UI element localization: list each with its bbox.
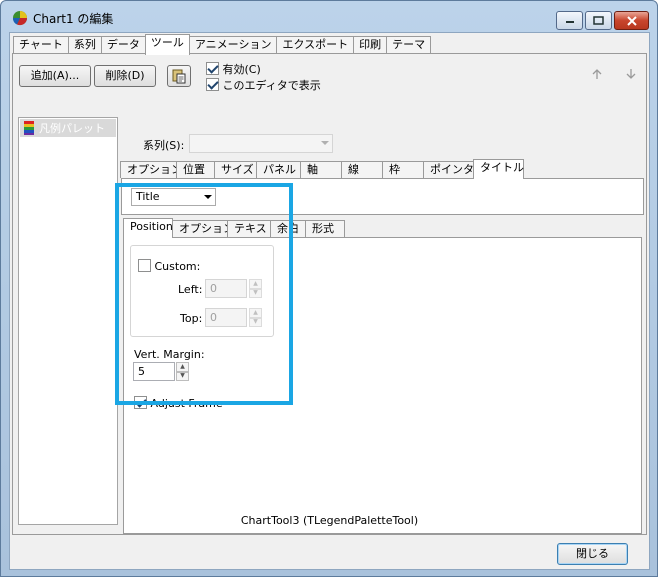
sub-tab-strip: オプション 位置 サイズ パネル 軸 線 枠 ポインタ タイトル [120,159,524,179]
window-title: Chart1 の編集 [33,12,114,26]
subtab-frame[interactable]: 枠 [382,161,424,178]
show-in-editor-checkbox[interactable] [206,78,219,91]
tab-data[interactable]: データ [100,36,146,54]
move-up-icon[interactable] [591,68,603,80]
minimize-icon [565,20,574,23]
tab-theme[interactable]: テーマ [386,36,432,54]
status-text: ChartTool3 (TLegendPaletteTool) [240,514,419,527]
minimize-button[interactable] [556,11,583,30]
subtab-line[interactable]: 線 [341,161,383,178]
enabled-checkbox[interactable] [206,62,219,75]
series-label: 系列(S): [143,139,185,152]
dialog-window: Chart1 の編集 チャート 系列 データ ツール アニメーション エクスポー… [0,0,658,577]
show-in-editor-label: このエディタで表示 [222,79,321,92]
tab-animation[interactable]: アニメーション [188,36,278,54]
subtab-pointer[interactable]: ポインタ [423,161,474,178]
delete-tool-button[interactable]: 削除(D) [94,65,156,87]
subtab-options[interactable]: オプション [120,161,182,178]
close-icon [626,15,637,26]
subtab-size[interactable]: サイズ [214,161,257,178]
subtab-axis[interactable]: 軸 [300,161,342,178]
move-down-icon[interactable] [625,68,637,80]
title-bar[interactable]: Chart1 の編集 [1,1,657,33]
copy-tool-button[interactable] [167,65,191,87]
add-tool-button[interactable]: 追加(A)... [19,65,91,87]
tab-export[interactable]: エクスポート [276,36,355,54]
show-in-editor-checkbox-row[interactable]: このエディタで表示 [206,77,321,93]
innertab-format[interactable]: 形式 [305,220,345,237]
main-tab-strip: チャート 系列 データ ツール アニメーション エクスポート 印刷 テーマ [13,34,432,55]
subtab-title[interactable]: タイトル [473,159,524,179]
subtab-panel[interactable]: パネル [256,161,301,178]
maximize-button[interactable] [585,11,612,30]
close-window-button[interactable] [614,11,649,30]
highlight-box [115,183,293,405]
tab-chart[interactable]: チャート [13,36,69,54]
tools-list[interactable]: 凡例パレット [18,117,118,525]
chart-app-icon [12,11,28,26]
list-item-label: 凡例パレット [39,122,105,135]
clipboard-icon [172,69,186,84]
enabled-label: 有効(C) [222,63,261,76]
maximize-icon [593,16,604,25]
series-dropdown[interactable] [189,134,333,153]
client-area: チャート 系列 データ ツール アニメーション エクスポート 印刷 テーマ 追加… [9,32,650,570]
tab-print[interactable]: 印刷 [353,36,388,54]
legend-palette-icon [24,121,34,135]
list-item-legend-palette[interactable]: 凡例パレット [20,119,116,137]
subtab-position[interactable]: 位置 [176,161,215,178]
enabled-checkbox-row[interactable]: 有効(C) [206,61,261,77]
tools-panel: 追加(A)... 削除(D) 有効(C) このエディタで表示 凡例パレット 系列… [12,53,647,535]
tab-tools[interactable]: ツール [144,34,190,55]
chevron-down-icon [321,141,329,145]
close-button[interactable]: 閉じる [557,543,628,565]
tab-series[interactable]: 系列 [67,36,102,54]
